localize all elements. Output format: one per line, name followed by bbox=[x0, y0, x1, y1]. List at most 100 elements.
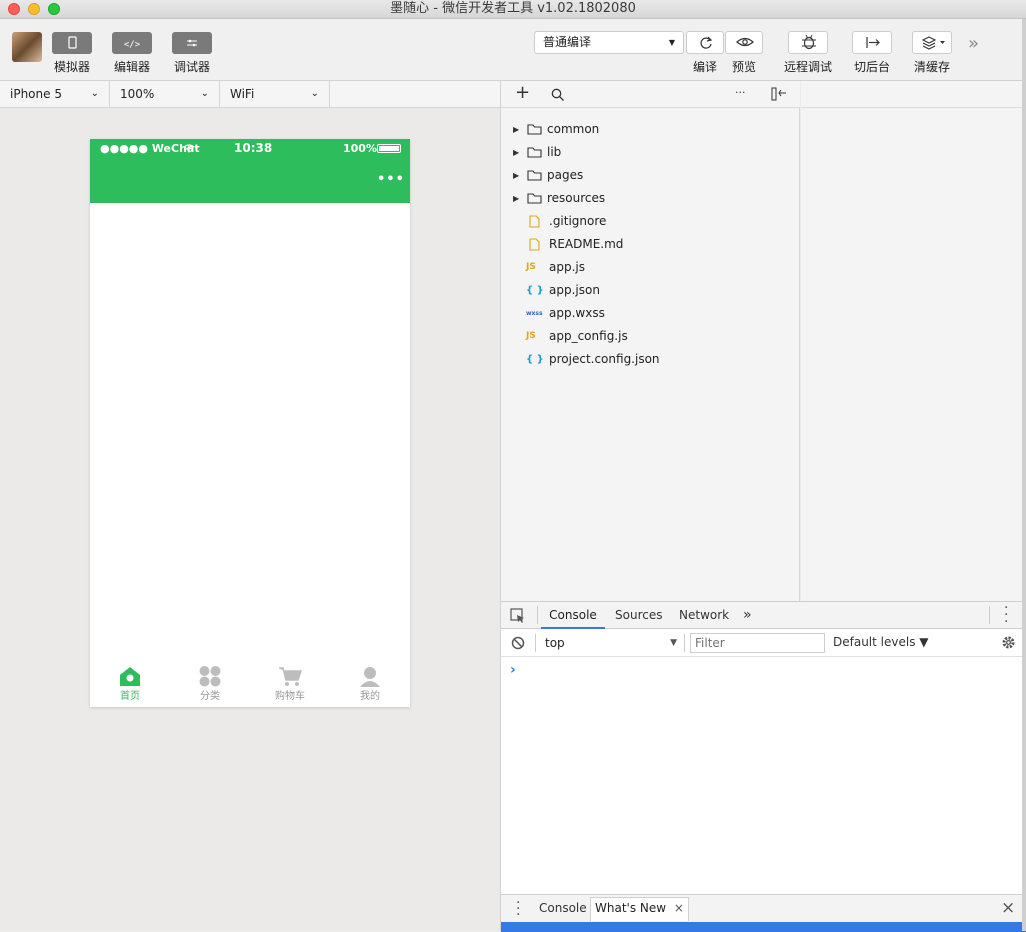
collapse-panel-icon[interactable] bbox=[771, 87, 787, 101]
chevron-down-icon: ⌄ bbox=[90, 88, 99, 99]
more-tabs-button[interactable]: » bbox=[743, 602, 752, 629]
wxss-file-icon: wxss bbox=[526, 310, 543, 317]
tab-cart[interactable]: 购物车 bbox=[250, 665, 330, 702]
clear-cache-button[interactable] bbox=[912, 31, 952, 54]
tree-file-readme[interactable]: README.md bbox=[501, 233, 800, 256]
device-bar: iPhone 5 ⌄ 100% ⌄ WiFi ⌄ bbox=[0, 81, 500, 108]
close-tab-icon[interactable]: × bbox=[674, 901, 684, 915]
file-name: app_config.js bbox=[549, 329, 628, 343]
clear-cache-label: 清缓存 bbox=[913, 60, 950, 74]
clear-console-icon[interactable] bbox=[511, 636, 525, 650]
code-icon: </> bbox=[124, 40, 141, 50]
expand-arrow-icon: ▶ bbox=[513, 171, 520, 180]
drawer-tab-whats-new[interactable]: What's New × bbox=[590, 897, 689, 921]
search-icon[interactable] bbox=[551, 88, 565, 102]
tab-mine-label: 我的 bbox=[360, 691, 380, 702]
file-name: README.md bbox=[549, 237, 624, 251]
network-select[interactable]: WiFi ⌄ bbox=[220, 81, 330, 107]
drawer-menu-icon[interactable]: · · · bbox=[516, 896, 520, 922]
chevron-down-icon: ⌄ bbox=[310, 88, 319, 99]
tab-home-label: 首页 bbox=[120, 691, 140, 702]
tree-file-gitignore[interactable]: .gitignore bbox=[501, 210, 800, 233]
tab-separator bbox=[989, 606, 990, 624]
console-prompt[interactable]: › bbox=[510, 662, 516, 678]
inspect-element-icon[interactable] bbox=[510, 608, 526, 624]
tab-mine[interactable]: 我的 bbox=[330, 665, 410, 702]
file-explorer: + ··· ▶ common ▶ lib ▶ pages ▶ resources… bbox=[501, 81, 800, 601]
simulator-area: ●●●●● WeChat 10:38 100% ••• 首页 分类 购物车 我的 bbox=[0, 108, 500, 931]
debugger-button[interactable] bbox=[172, 32, 212, 54]
expand-arrow-icon: ▶ bbox=[513, 194, 520, 203]
folder-icon bbox=[527, 193, 542, 204]
remote-debug-button[interactable] bbox=[788, 31, 828, 54]
js-file-icon: JS bbox=[526, 262, 536, 272]
file-name: .gitignore bbox=[549, 214, 607, 228]
dropdown-arrow-icon: ▼ bbox=[670, 638, 677, 648]
tree-file-app-js[interactable]: JS app.js bbox=[501, 256, 800, 279]
more-options-button[interactable]: ··· bbox=[735, 86, 746, 99]
log-levels-select[interactable]: Default levels ▼ bbox=[833, 635, 929, 649]
device-select[interactable]: iPhone 5 ⌄ bbox=[0, 81, 110, 107]
chevron-down-icon: ⌄ bbox=[200, 88, 209, 99]
toolbar-more-button[interactable]: » bbox=[968, 33, 979, 54]
file-name: lib bbox=[547, 145, 562, 159]
file-name: pages bbox=[547, 168, 584, 182]
tree-folder-pages[interactable]: ▶ pages bbox=[501, 164, 800, 187]
main-toolbar: 模拟器 </> 编辑器 调试器 普通编译 ▼ 编译 预览 远程调试 切后台 清缓… bbox=[0, 19, 1026, 81]
close-drawer-icon[interactable]: × bbox=[1001, 898, 1015, 918]
gear-icon[interactable] bbox=[1001, 635, 1016, 650]
preview-button[interactable] bbox=[725, 31, 763, 54]
title-bar: 墨随心 - 微信开发者工具 v1.02.1802080 bbox=[0, 0, 1026, 19]
expand-arrow-icon: ▶ bbox=[513, 125, 520, 134]
eye-icon bbox=[736, 37, 754, 47]
tab-home[interactable]: 首页 bbox=[90, 665, 170, 702]
avatar[interactable] bbox=[12, 32, 42, 62]
compile-mode-value: 普通编译 bbox=[543, 35, 592, 49]
status-time: 10:38 bbox=[234, 141, 273, 155]
tab-category[interactable]: 分类 bbox=[170, 665, 250, 702]
console-filter-input[interactable] bbox=[690, 633, 825, 653]
compile-mode-select[interactable]: 普通编译 ▼ bbox=[534, 31, 684, 54]
battery-icon bbox=[377, 144, 401, 153]
debugger-label: 调试器 bbox=[173, 60, 210, 74]
tree-file-app-config-js[interactable]: JS app_config.js bbox=[501, 325, 800, 348]
file-name: app.wxss bbox=[549, 306, 605, 320]
context-select[interactable]: top ▼ bbox=[541, 633, 679, 653]
tree-file-project-config[interactable]: { } project.config.json bbox=[501, 348, 800, 371]
kebab-menu-icon[interactable]: · · · bbox=[1004, 601, 1008, 629]
tree-file-app-wxss[interactable]: wxss app.wxss bbox=[501, 302, 800, 325]
tab-cart-label: 购物车 bbox=[275, 691, 305, 702]
maximize-window-button[interactable] bbox=[48, 3, 60, 15]
tree-folder-common[interactable]: ▶ common bbox=[501, 118, 800, 141]
background-button[interactable] bbox=[852, 31, 892, 54]
menu-dots-button[interactable]: ••• bbox=[377, 172, 405, 187]
zoom-select[interactable]: 100% ⌄ bbox=[110, 81, 220, 107]
devtools-panel: Console Sources Network » ··· top ▼ Defa… bbox=[501, 601, 1026, 932]
tree-folder-resources[interactable]: ▶ resources bbox=[501, 187, 800, 210]
file-icon bbox=[529, 215, 540, 228]
close-window-button[interactable] bbox=[8, 3, 20, 15]
json-file-icon: { } bbox=[526, 285, 544, 296]
refresh-icon bbox=[700, 36, 713, 49]
tree-file-app-json[interactable]: { } app.json bbox=[501, 279, 800, 302]
tab-network[interactable]: Network bbox=[679, 602, 729, 629]
tab-console[interactable]: Console bbox=[541, 602, 605, 629]
console-toolbar: top ▼ Default levels ▼ bbox=[501, 629, 1026, 657]
file-name: project.config.json bbox=[549, 352, 660, 366]
file-name: app.json bbox=[549, 283, 600, 297]
compile-button[interactable] bbox=[686, 31, 724, 54]
devtools-tab-bar: Console Sources Network » · · · bbox=[501, 601, 1026, 629]
remote-debug-label: 远程调试 bbox=[783, 60, 832, 74]
tab-sources[interactable]: Sources bbox=[615, 602, 662, 629]
phone-screen: ●●●●● WeChat 10:38 100% ••• 首页 分类 购物车 我的 bbox=[90, 139, 410, 707]
simulator-button[interactable] bbox=[52, 32, 92, 54]
tree-folder-lib[interactable]: ▶ lib bbox=[501, 141, 800, 164]
preview-label: 预览 bbox=[731, 60, 756, 74]
drawer-tab-whats-new-label: What's New bbox=[595, 901, 667, 915]
window-edge bbox=[1022, 19, 1026, 931]
tab-separator bbox=[537, 606, 538, 624]
drawer-tab-console[interactable]: Console bbox=[539, 901, 587, 915]
minimize-window-button[interactable] bbox=[28, 3, 40, 15]
add-file-button[interactable]: + bbox=[515, 82, 530, 103]
editor-button[interactable]: </> bbox=[112, 32, 152, 54]
